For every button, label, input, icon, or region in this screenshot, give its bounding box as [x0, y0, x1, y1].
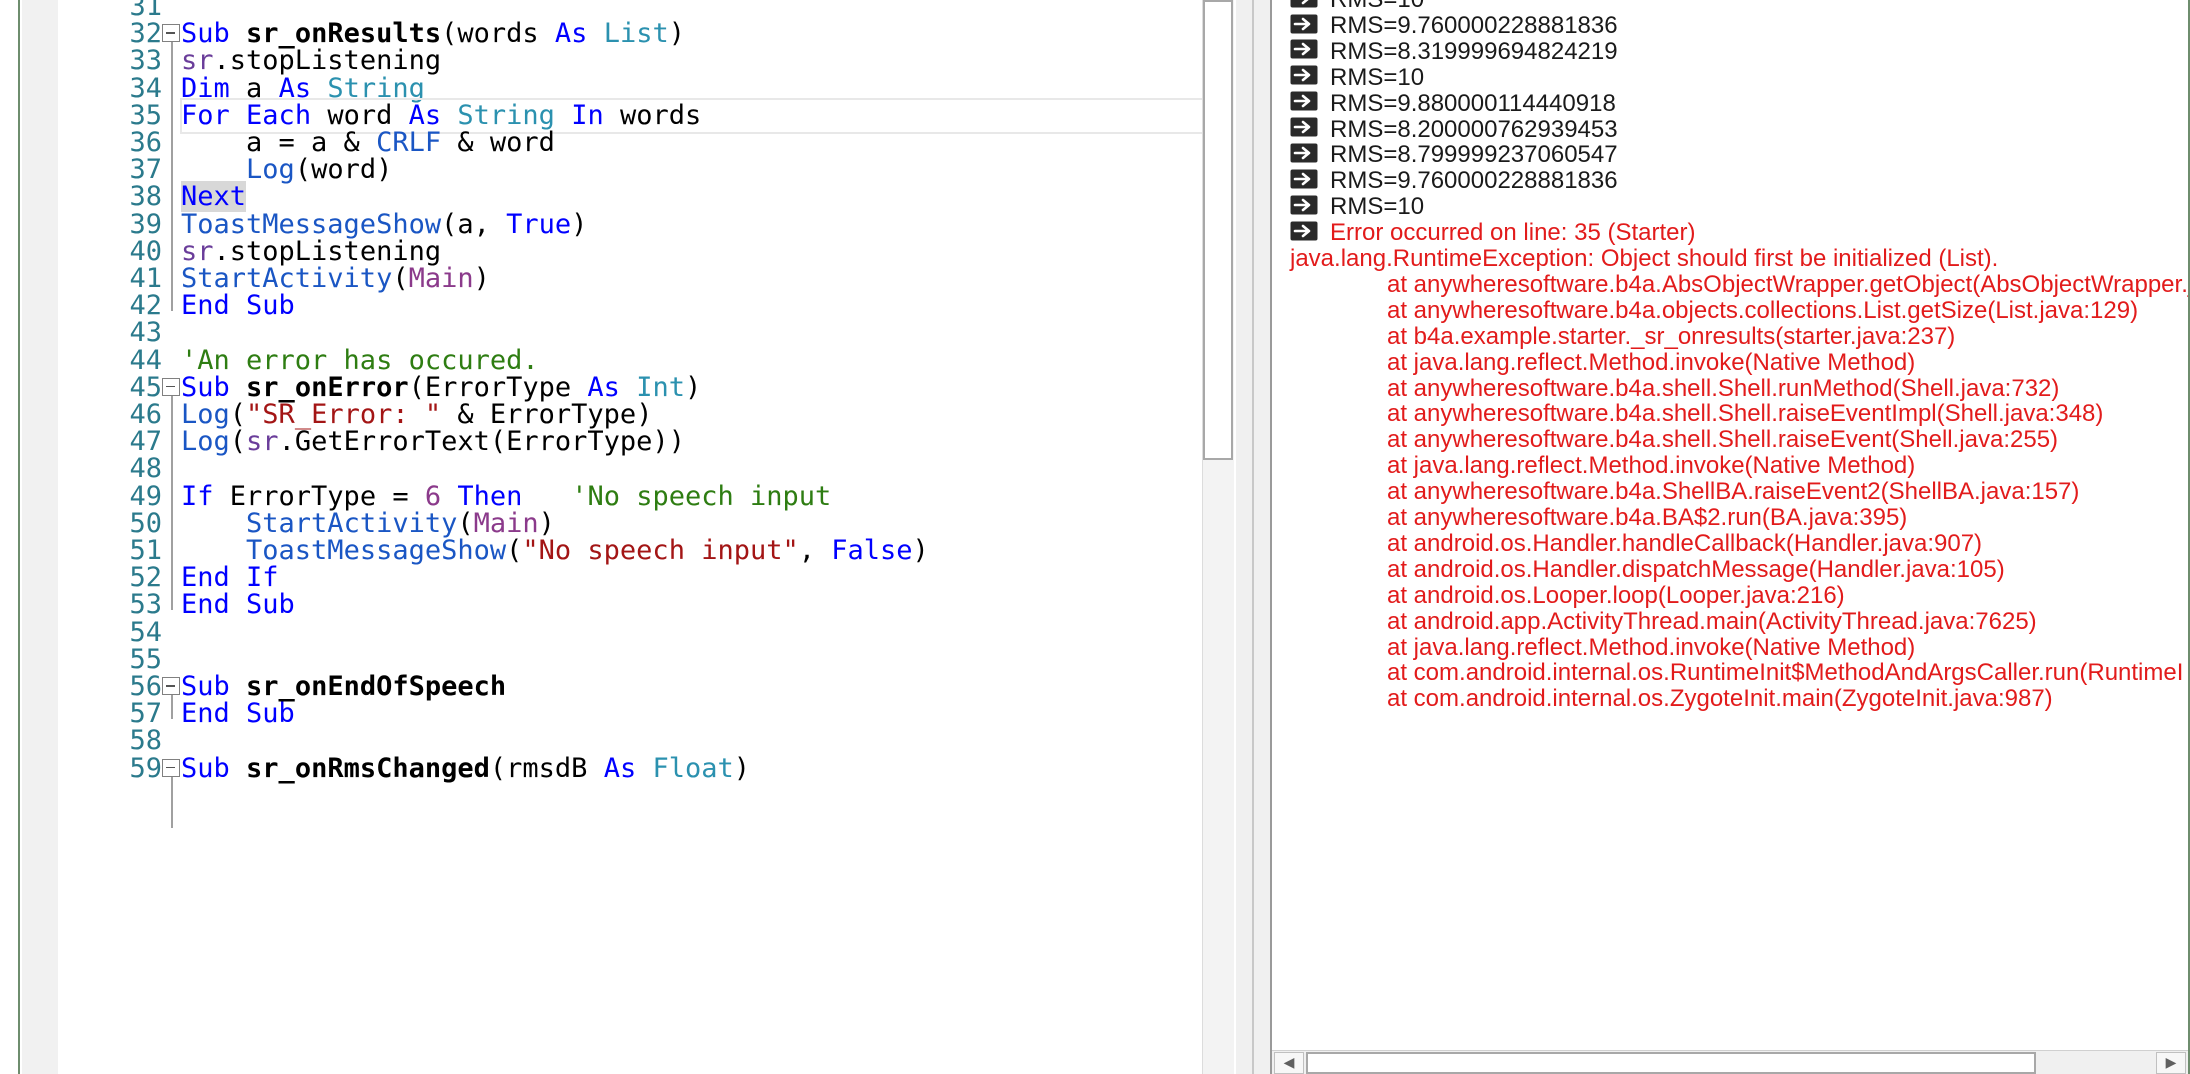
scroll-left-arrow-icon[interactable]: ◀ [1274, 1052, 1304, 1074]
editor-vertical-scrollbar-thumb[interactable] [1203, 0, 1233, 460]
log-arrow-icon [1290, 0, 1318, 8]
code-token: ) [733, 752, 751, 784]
code-editor[interactable]: 31 32 Sub sr_onResults(words As List) 33 sr.… [0, 0, 1236, 1074]
log-arrow-icon [1290, 169, 1318, 189]
log-arrow-icon [1290, 14, 1318, 34]
code-token: (rmsdB [489, 752, 604, 784]
fold-guide-line [171, 42, 173, 312]
log-arrow-icon [1290, 117, 1318, 137]
collapse-minus-icon[interactable] [162, 677, 180, 695]
splitter-divider [1252, 0, 1254, 1074]
collapse-minus-icon[interactable] [162, 24, 180, 43]
fold-guide-line [171, 695, 173, 720]
log-entry[interactable]: at com.android.internal.os.ZygoteInit.ma… [1387, 681, 2053, 717]
code-token: Sub [181, 752, 230, 784]
editor-left-margin [0, 0, 20, 1074]
fold-guide-line [171, 395, 173, 611]
fold-guide-line [171, 776, 173, 828]
collapse-minus-icon[interactable] [162, 377, 180, 396]
log-arrow-icon [1290, 65, 1318, 85]
scroll-right-arrow-icon[interactable]: ▶ [2156, 1052, 2186, 1074]
collapse-minus-icon[interactable] [162, 758, 180, 777]
line-number: 59 [129, 752, 162, 784]
logs-horizontal-scrollbar-thumb[interactable] [1306, 1052, 2036, 1074]
logs-panel[interactable]: RMS=10RMS=9.760000228881836RMS=8.3199996… [1270, 0, 2190, 1074]
log-arrow-icon [1290, 39, 1318, 59]
log-arrow-icon [1290, 91, 1318, 111]
log-arrow-icon [1290, 195, 1318, 215]
code-text[interactable]: Sub sr_onRmsChanged(rmsdB As Float) [181, 750, 750, 788]
code-token: As [603, 752, 637, 784]
log-text: at com.android.internal.os.ZygoteInit.ma… [1387, 685, 2053, 713]
log-arrow-icon [1290, 221, 1318, 241]
code-token: Float [652, 752, 734, 784]
code-line[interactable]: 59 Sub sr_onRmsChanged(rmsdB As Float) [22, 750, 1202, 788]
code-token: sr_onRmsChanged [246, 752, 490, 784]
log-arrow-icon [1290, 143, 1318, 163]
